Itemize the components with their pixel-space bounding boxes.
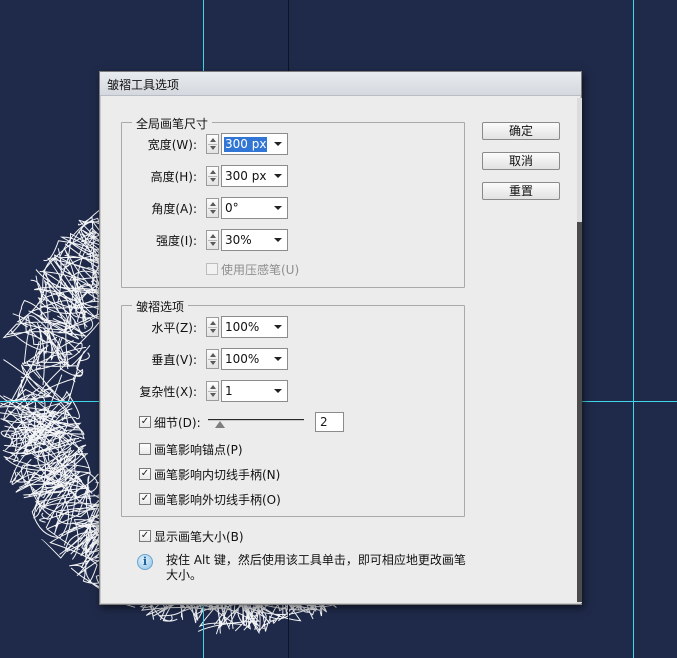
- angle-label: 角度(A):: [151, 202, 197, 216]
- detail-label: 细节(D):: [154, 416, 201, 430]
- chevron-down-icon[interactable]: [274, 206, 282, 210]
- width-value[interactable]: 300 px: [224, 137, 268, 152]
- complexity-value[interactable]: 1: [224, 384, 234, 399]
- use-pressure-pen-label: 使用压感笔(U): [221, 263, 300, 277]
- chevron-down-icon[interactable]: [274, 325, 282, 329]
- check-icon: ✓: [140, 468, 150, 479]
- chevron-down-icon[interactable]: [274, 357, 282, 361]
- crinkle-tool-options-dialog: 皱褶工具选项 全局画笔尺寸 宽度(W): 300 px 高度(H): 300 p…: [99, 71, 582, 605]
- chevron-down-icon[interactable]: [274, 238, 282, 242]
- height-value[interactable]: 300 px: [224, 169, 267, 184]
- height-combo[interactable]: 300 px: [221, 165, 288, 187]
- horizontal-label: 水平(Z):: [151, 321, 197, 335]
- angle-spinner[interactable]: [206, 198, 219, 218]
- cancel-button[interactable]: 取消: [482, 152, 560, 170]
- complexity-combo[interactable]: 1: [221, 380, 288, 402]
- vertical-combo[interactable]: 100%: [221, 348, 288, 370]
- brush-affects-anchor-label: 画笔影响锚点(P): [154, 443, 243, 457]
- height-spinner[interactable]: [206, 166, 219, 186]
- ok-button[interactable]: 确定: [482, 122, 560, 140]
- show-brush-size-label: 显示画笔大小(B): [154, 530, 244, 544]
- crinkle-options-group: 皱褶选项: [121, 298, 465, 517]
- chevron-down-icon[interactable]: [274, 142, 282, 146]
- height-label: 高度(H):: [150, 170, 197, 184]
- width-spinner[interactable]: [206, 134, 219, 154]
- vertical-spinner[interactable]: [206, 349, 219, 369]
- check-icon: ✓: [140, 493, 150, 504]
- width-combo[interactable]: 300 px: [221, 133, 288, 155]
- detail-value-field[interactable]: 2: [315, 412, 344, 432]
- scrollbar-thumb[interactable]: [577, 222, 582, 602]
- angle-value[interactable]: 0°: [224, 201, 240, 216]
- dialog-title: 皱褶工具选项: [107, 78, 180, 92]
- show-brush-size-checkbox[interactable]: ✓: [139, 530, 151, 542]
- width-label: 宽度(W):: [147, 138, 197, 152]
- use-pressure-pen-checkbox[interactable]: [206, 263, 218, 275]
- detail-value: 2: [320, 415, 328, 429]
- info-hint-text: 按住 Alt 键，然后使用该工具单击，即可相应地更改画笔 大小。: [166, 553, 496, 583]
- info-icon: i: [137, 554, 153, 570]
- check-icon: ✓: [140, 530, 150, 541]
- group-title: 全局画笔尺寸: [132, 115, 213, 132]
- vertical-value[interactable]: 100%: [224, 352, 260, 367]
- group-title: 皱褶选项: [132, 298, 189, 315]
- dialog-scrollbar[interactable]: [577, 98, 582, 603]
- complexity-label: 复杂性(X):: [139, 385, 197, 399]
- detail-slider-thumb[interactable]: [214, 421, 225, 428]
- intensity-combo[interactable]: 30%: [221, 229, 288, 251]
- chevron-down-icon[interactable]: [274, 174, 282, 178]
- brush-affects-in-tangent-label: 画笔影响内切线手柄(N): [154, 468, 281, 482]
- chevron-down-icon[interactable]: [274, 389, 282, 393]
- complexity-spinner[interactable]: [206, 381, 219, 401]
- horizontal-combo[interactable]: 100%: [221, 316, 288, 338]
- info-line-1: 按住 Alt 键，然后使用该工具单击，即可相应地更改画笔: [166, 553, 466, 567]
- intensity-label: 强度(I):: [156, 234, 197, 248]
- info-line-2: 大小。: [166, 568, 203, 582]
- guide-vertical: [633, 0, 634, 658]
- intensity-spinner[interactable]: [206, 230, 219, 250]
- dialog-titlebar[interactable]: 皱褶工具选项: [100, 72, 581, 96]
- angle-combo[interactable]: 0°: [221, 197, 288, 219]
- detail-checkbox[interactable]: ✓: [139, 416, 151, 428]
- horizontal-value[interactable]: 100%: [224, 320, 260, 335]
- horizontal-spinner[interactable]: [206, 317, 219, 337]
- brush-affects-in-tangent-checkbox[interactable]: ✓: [139, 468, 151, 480]
- vertical-label: 垂直(V):: [151, 353, 197, 367]
- brush-affects-out-tangent-checkbox[interactable]: ✓: [139, 493, 151, 505]
- brush-affects-out-tangent-label: 画笔影响外切线手柄(O): [154, 493, 281, 507]
- reset-button[interactable]: 重置: [482, 182, 560, 200]
- intensity-value[interactable]: 30%: [224, 233, 253, 248]
- brush-affects-anchor-checkbox[interactable]: [139, 443, 151, 455]
- check-icon: ✓: [140, 416, 150, 427]
